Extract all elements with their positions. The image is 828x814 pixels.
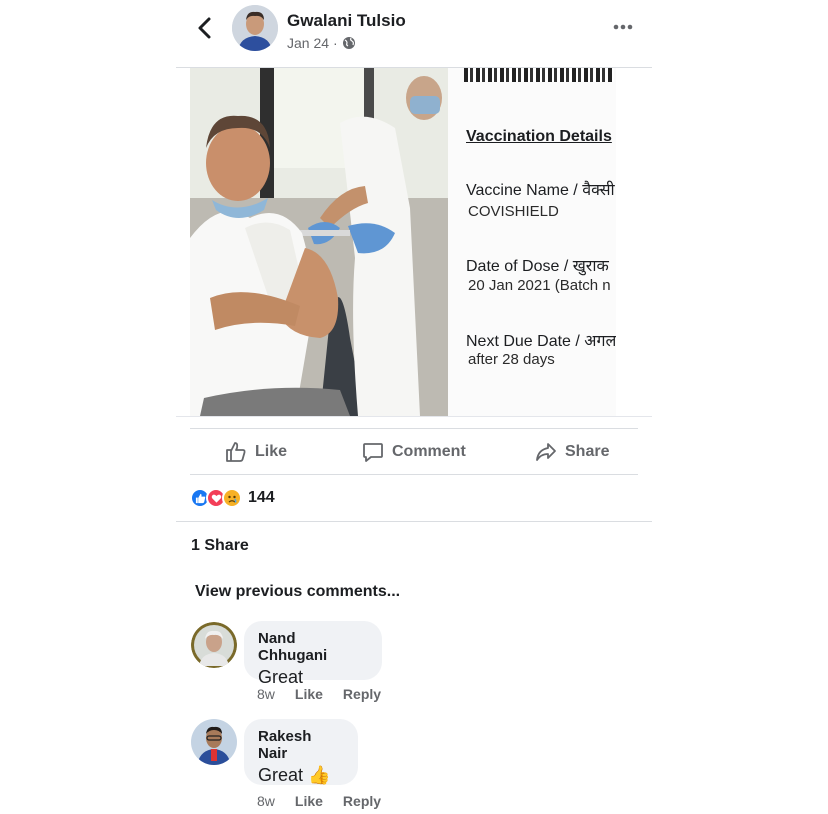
next-due-value: after 28 days: [468, 351, 555, 368]
meta-separator: ·: [333, 35, 338, 51]
vaccination-photo: [190, 68, 448, 416]
reaction-count: 144: [248, 489, 275, 506]
stats-divider: [176, 521, 652, 522]
share-count[interactable]: 1 Share: [191, 537, 249, 555]
comment-button[interactable]: Comment: [362, 438, 466, 466]
reaction-summary[interactable]: 144: [190, 487, 275, 509]
comment-author[interactable]: Nand Chhugani: [258, 630, 368, 664]
vaccination-certificate: Vaccination Details Vaccine Name / वैक्स…: [448, 68, 616, 416]
comment-reply-link[interactable]: Reply: [343, 793, 381, 809]
like-label: Like: [255, 443, 288, 460]
qr-code-strip: [464, 68, 614, 82]
comment-icon: [363, 443, 383, 462]
author-avatar[interactable]: [232, 5, 278, 51]
thumbs-up-icon: [226, 442, 246, 462]
more-options-icon[interactable]: [612, 18, 634, 36]
post-header: Gwalani Tulsio Jan 24 ·: [176, 0, 652, 68]
comment-like-link[interactable]: Like: [295, 793, 323, 809]
commenter-avatar[interactable]: [191, 719, 237, 765]
share-button[interactable]: Share: [535, 438, 609, 466]
comment-meta: 8w Like Reply: [257, 793, 381, 809]
post-image[interactable]: Vaccination Details Vaccine Name / वैक्स…: [190, 68, 616, 416]
post-date[interactable]: Jan 24: [287, 35, 329, 51]
share-label: Share: [565, 443, 610, 460]
comment-meta: 8w Like Reply: [257, 686, 381, 702]
comment-label: Comment: [392, 443, 466, 460]
comment-bubble: Rakesh Nair Great 👍: [244, 719, 358, 785]
dose-date-label: Date of Dose / खुराक: [466, 258, 609, 275]
post-meta: Jan 24 ·: [287, 35, 356, 51]
globe-icon: [342, 37, 355, 49]
vaccine-name-value: COVISHIELD: [468, 203, 559, 220]
commenter-avatar[interactable]: [191, 622, 237, 668]
certificate-title: Vaccination Details: [466, 128, 612, 145]
comment-text: Great: [258, 667, 304, 687]
comment-author[interactable]: Rakesh Nair: [258, 728, 344, 762]
image-divider: [176, 416, 652, 417]
vaccine-name-label: Vaccine Name / वैक्सी: [466, 182, 615, 199]
dose-date-value: 20 Jan 2021 (Batch n: [468, 277, 611, 294]
actions-divider-top: [190, 428, 638, 429]
actions-divider-bottom: [190, 474, 638, 475]
author-name[interactable]: Gwalani Tulsio: [287, 11, 406, 31]
next-due-label: Next Due Date / अगल: [466, 333, 616, 350]
comment-bubble: Nand Chhugani Great: [244, 621, 382, 687]
comment-time[interactable]: 8w: [257, 686, 275, 702]
like-button[interactable]: Like: [225, 438, 287, 466]
back-arrow-icon[interactable]: [194, 16, 216, 40]
share-arrow-icon: [536, 443, 556, 461]
comment-reply-link[interactable]: Reply: [343, 686, 381, 702]
view-previous-comments-link[interactable]: View previous comments...: [195, 583, 400, 601]
comment-text: Great 👍: [258, 765, 331, 785]
comment-like-link[interactable]: Like: [295, 686, 323, 702]
comment-time[interactable]: 8w: [257, 793, 275, 809]
sad-reaction-icon: [222, 488, 242, 508]
